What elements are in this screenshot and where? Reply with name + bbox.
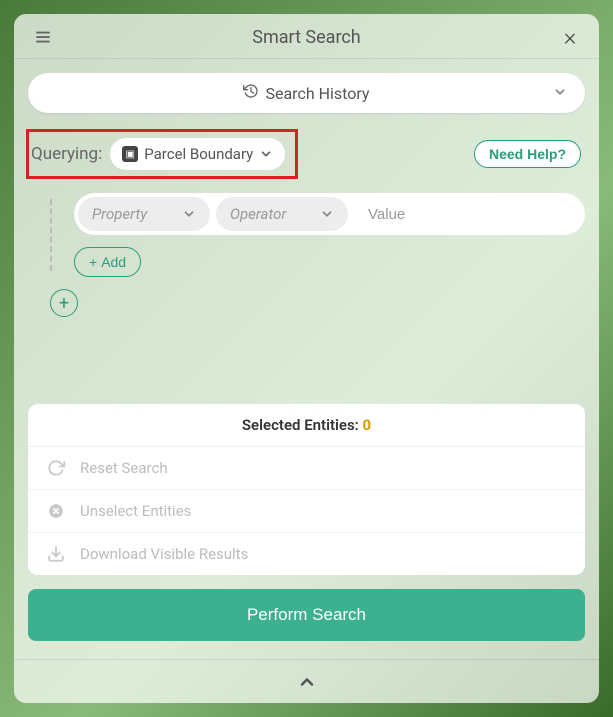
search-history-label: Search History bbox=[265, 84, 369, 103]
add-group-button[interactable]: + bbox=[50, 289, 78, 317]
history-icon bbox=[243, 83, 259, 103]
unselect-entities-action[interactable]: Unselect Entities bbox=[28, 490, 585, 533]
chevron-down-icon bbox=[182, 207, 196, 221]
download-results-action[interactable]: Download Visible Results bbox=[28, 533, 585, 575]
actions-card: Selected Entities: 0 Reset Search Unsele… bbox=[28, 404, 585, 575]
download-icon bbox=[46, 545, 66, 563]
spacer bbox=[14, 317, 599, 390]
close-icon[interactable]: × bbox=[559, 26, 581, 48]
smart-search-panel: Smart Search × Search History Querying: … bbox=[14, 14, 599, 703]
chevron-up-icon bbox=[297, 672, 317, 692]
need-help-button[interactable]: Need Help? bbox=[474, 140, 581, 168]
property-select[interactable]: Property bbox=[78, 197, 210, 231]
querying-layer-dropdown[interactable]: ▣ Parcel Boundary bbox=[110, 138, 285, 170]
selected-entities-header: Selected Entities: 0 bbox=[28, 404, 585, 447]
value-input[interactable] bbox=[354, 197, 581, 231]
search-history-dropdown[interactable]: Search History bbox=[28, 73, 585, 113]
add-label: Add bbox=[101, 254, 126, 270]
querying-highlight-box: Querying: ▣ Parcel Boundary bbox=[26, 129, 298, 179]
panel-body: Search History Querying: ▣ Parcel Bounda… bbox=[14, 59, 599, 317]
download-results-label: Download Visible Results bbox=[80, 545, 248, 563]
property-placeholder: Property bbox=[92, 205, 147, 223]
chevron-down-icon bbox=[259, 147, 273, 161]
querying-row: Querying: ▣ Parcel Boundary Need Help? bbox=[28, 129, 585, 179]
menu-icon[interactable] bbox=[32, 26, 54, 48]
querying-label: Querying: bbox=[31, 144, 102, 164]
operator-placeholder: Operator bbox=[230, 205, 286, 223]
operator-select[interactable]: Operator bbox=[216, 197, 348, 231]
refresh-icon bbox=[46, 459, 66, 477]
perform-search-button[interactable]: Perform Search bbox=[28, 589, 585, 641]
condition-row: Property Operator bbox=[74, 193, 585, 235]
unselect-entities-label: Unselect Entities bbox=[80, 502, 191, 520]
collapse-panel-button[interactable] bbox=[14, 659, 599, 703]
reset-search-label: Reset Search bbox=[80, 459, 168, 477]
reset-search-action[interactable]: Reset Search bbox=[28, 447, 585, 490]
selected-entities-count: 0 bbox=[363, 416, 372, 434]
panel-title: Smart Search bbox=[252, 27, 360, 48]
condition-builder: Property Operator + Add + bbox=[28, 193, 585, 317]
selected-entities-label: Selected Entities: bbox=[242, 416, 363, 434]
tree-line bbox=[50, 199, 52, 271]
chevron-down-icon bbox=[553, 84, 567, 103]
panel-header: Smart Search × bbox=[14, 14, 599, 59]
times-circle-icon bbox=[46, 502, 66, 520]
plus-icon: + bbox=[89, 254, 97, 270]
add-condition-button[interactable]: + Add bbox=[74, 247, 141, 277]
layer-icon: ▣ bbox=[122, 146, 138, 162]
chevron-down-icon bbox=[320, 207, 334, 221]
querying-layer-text: Parcel Boundary bbox=[144, 145, 253, 163]
